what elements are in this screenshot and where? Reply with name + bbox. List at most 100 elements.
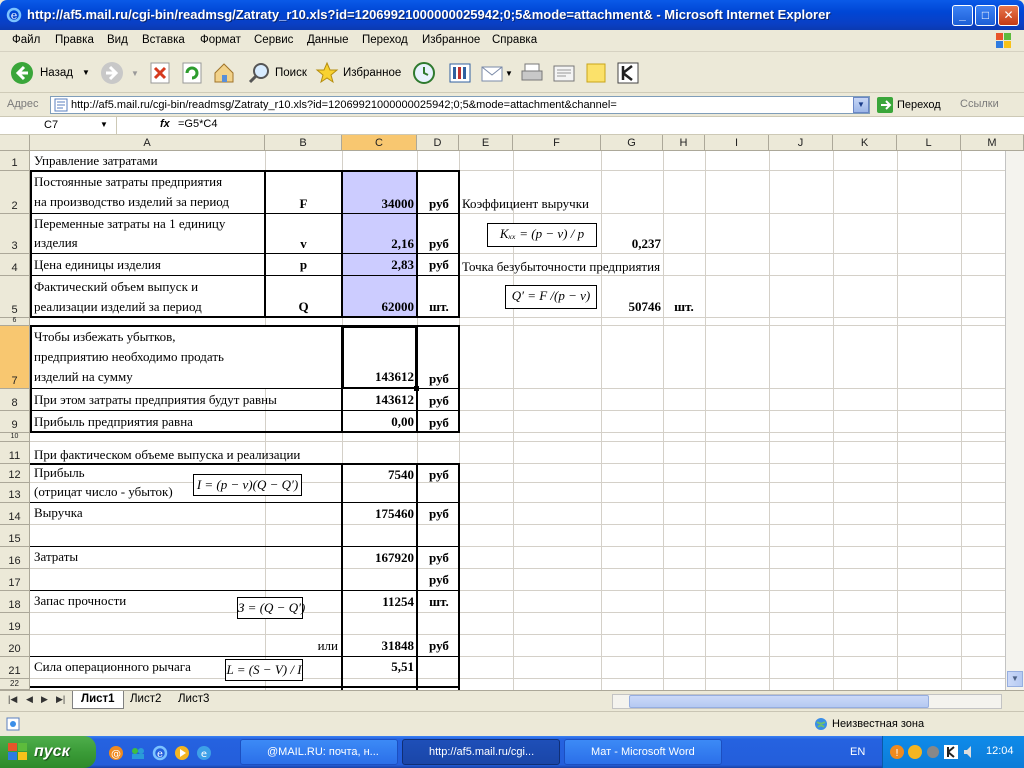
menu-help[interactable]: Справка (492, 34, 537, 46)
quicklaunch-desktop-icon[interactable]: e (196, 745, 212, 761)
menu-insert[interactable]: Вставка (142, 34, 185, 46)
favorites-button[interactable]: Избранное (315, 59, 403, 87)
home-icon[interactable] (212, 61, 236, 85)
cell-a5-line2[interactable]: реализации изделий за период (34, 297, 202, 317)
next-sheet-icon[interactable]: ▶ (41, 694, 48, 705)
cell-c5[interactable]: 62000 (342, 297, 415, 317)
cell-d2[interactable]: руб (417, 194, 461, 214)
col-header-f[interactable]: F (513, 135, 601, 151)
cell-a1[interactable]: Управление затратами (34, 151, 158, 171)
col-header-a[interactable]: A (30, 135, 265, 151)
row-header-19[interactable]: 19 (0, 613, 30, 635)
cell-b2[interactable]: F (265, 194, 342, 214)
quicklaunch-media-icon[interactable] (174, 745, 190, 761)
cell-a16[interactable]: Затраты (34, 547, 78, 567)
cell-d12[interactable]: руб (417, 465, 461, 485)
cell-g3[interactable]: 0,237 (601, 234, 661, 254)
task-mailru[interactable]: @MAIL.RU: почта, н... (240, 739, 398, 765)
back-dropdown-icon[interactable]: ▼ (82, 59, 90, 87)
cell-d8[interactable]: руб (417, 391, 461, 411)
clock[interactable]: 12:04 (986, 745, 1014, 757)
cell-a13[interactable]: (отрицат число - убыток) (34, 482, 173, 502)
col-header-m[interactable]: M (961, 135, 1024, 151)
horizontal-scrollbar[interactable] (612, 694, 1002, 709)
tray-warning-icon[interactable]: ! (889, 744, 905, 760)
row-header-6[interactable]: 6 (0, 317, 30, 326)
cell-c20[interactable]: 31848 (342, 636, 415, 656)
row-header-11[interactable]: 11 (0, 442, 30, 464)
row-header-7[interactable]: 7 (0, 326, 30, 389)
cell-a8[interactable]: При этом затраты предприятия будут равны (34, 390, 277, 410)
mail-icon[interactable] (480, 61, 504, 85)
menu-favorites[interactable]: Избранное (422, 34, 480, 46)
cell-d17[interactable]: руб (417, 570, 461, 590)
cell-c9[interactable]: 0,00 (342, 412, 414, 432)
sheet-tab-3[interactable]: Лист3 (170, 691, 217, 709)
search-button[interactable]: Поиск (247, 59, 309, 87)
row-header-20[interactable]: 20 (0, 635, 30, 657)
cell-a11[interactable]: При фактическом объеме выпуска и реализа… (34, 445, 300, 465)
cell-a2-line2[interactable]: на производство изделий за период (34, 192, 229, 212)
cell-c8[interactable]: 143612 (342, 390, 414, 410)
cell-c7[interactable]: 143612 (342, 367, 414, 387)
cell-c21[interactable]: 5,51 (342, 657, 414, 677)
row-header-3[interactable]: 3 (0, 214, 30, 254)
menu-edit[interactable]: Правка (55, 34, 94, 46)
cell-h5[interactable]: шт. (663, 297, 705, 317)
go-button[interactable]: Переход (877, 96, 941, 114)
cell-c14[interactable]: 175460 (342, 504, 414, 524)
menu-view[interactable]: Вид (107, 34, 128, 46)
history-icon[interactable] (412, 61, 436, 85)
last-sheet-icon[interactable]: ▶| (56, 694, 65, 705)
formula-image-profit[interactable]: I = (p − v)(Q − Q′) (193, 474, 302, 496)
vertical-scrollbar[interactable]: ▼ (1005, 151, 1024, 690)
row-header-14[interactable]: 14 (0, 503, 30, 525)
tray-volume-icon[interactable] (961, 744, 977, 760)
row-header-13[interactable]: 13 (0, 483, 30, 503)
mail-dropdown-icon[interactable]: ▼ (505, 69, 513, 78)
col-header-c[interactable]: C (342, 135, 417, 151)
cell-a9[interactable]: Прибыль предприятия равна (34, 412, 193, 432)
col-header-l[interactable]: L (897, 135, 961, 151)
scroll-down-icon[interactable]: ▼ (1007, 671, 1023, 687)
col-header-e[interactable]: E (459, 135, 513, 151)
col-header-h[interactable]: H (663, 135, 705, 151)
cell-g5[interactable]: 50746 (601, 297, 662, 317)
quicklaunch-email-icon[interactable]: @ (108, 745, 124, 761)
quicklaunch-ie-icon[interactable]: e (152, 745, 168, 761)
cell-d4[interactable]: руб (417, 255, 461, 275)
formula-image-breakeven[interactable]: Q′ = F /(p − v) (505, 285, 597, 309)
row-header-1[interactable]: 1 (0, 151, 30, 171)
sheet-tab-2[interactable]: Лист2 (122, 691, 169, 709)
print-icon[interactable] (520, 61, 544, 85)
cell-a7-line3[interactable]: изделий на сумму (34, 367, 133, 387)
menu-file[interactable]: Файл (12, 34, 40, 46)
cell-c18[interactable]: 11254 (342, 592, 414, 612)
minimize-button[interactable]: _ (952, 5, 973, 26)
menu-data[interactable]: Данные (307, 34, 349, 46)
research-icon[interactable] (448, 61, 472, 85)
tray-update-icon[interactable] (907, 744, 923, 760)
cell-a5-line1[interactable]: Фактический объем выпуск и (34, 277, 198, 297)
name-box-dropdown-icon[interactable]: ▼ (100, 120, 110, 129)
formula-input[interactable]: =G5*C4 (178, 118, 217, 130)
cell-a12[interactable]: Прибыль (34, 463, 85, 483)
sheet-tab-1[interactable]: Лист1 (72, 691, 124, 709)
menu-tools[interactable]: Сервис (254, 34, 293, 46)
cell-c3[interactable]: 2,16 (342, 234, 414, 254)
row-header-16[interactable]: 16 (0, 547, 30, 569)
col-header-i[interactable]: I (705, 135, 769, 151)
language-indicator[interactable]: EN (850, 746, 865, 758)
col-header-k[interactable]: K (833, 135, 897, 151)
cell-d3[interactable]: руб (417, 234, 461, 254)
maximize-button[interactable]: □ (975, 5, 996, 26)
close-button[interactable]: ✕ (998, 5, 1019, 26)
forward-arrow-icon[interactable] (100, 61, 124, 85)
task-word[interactable]: Мат - Microsoft Word (564, 739, 722, 765)
note-icon[interactable] (584, 61, 608, 85)
formula-image-leverage[interactable]: L = (S − V) / I (225, 659, 303, 681)
menu-go[interactable]: Переход (362, 34, 408, 46)
address-dropdown-icon[interactable]: ▼ (853, 97, 869, 113)
address-input[interactable]: http://af5.mail.ru/cgi-bin/readmsg/Zatra… (50, 96, 870, 114)
cell-d14[interactable]: руб (417, 504, 461, 524)
